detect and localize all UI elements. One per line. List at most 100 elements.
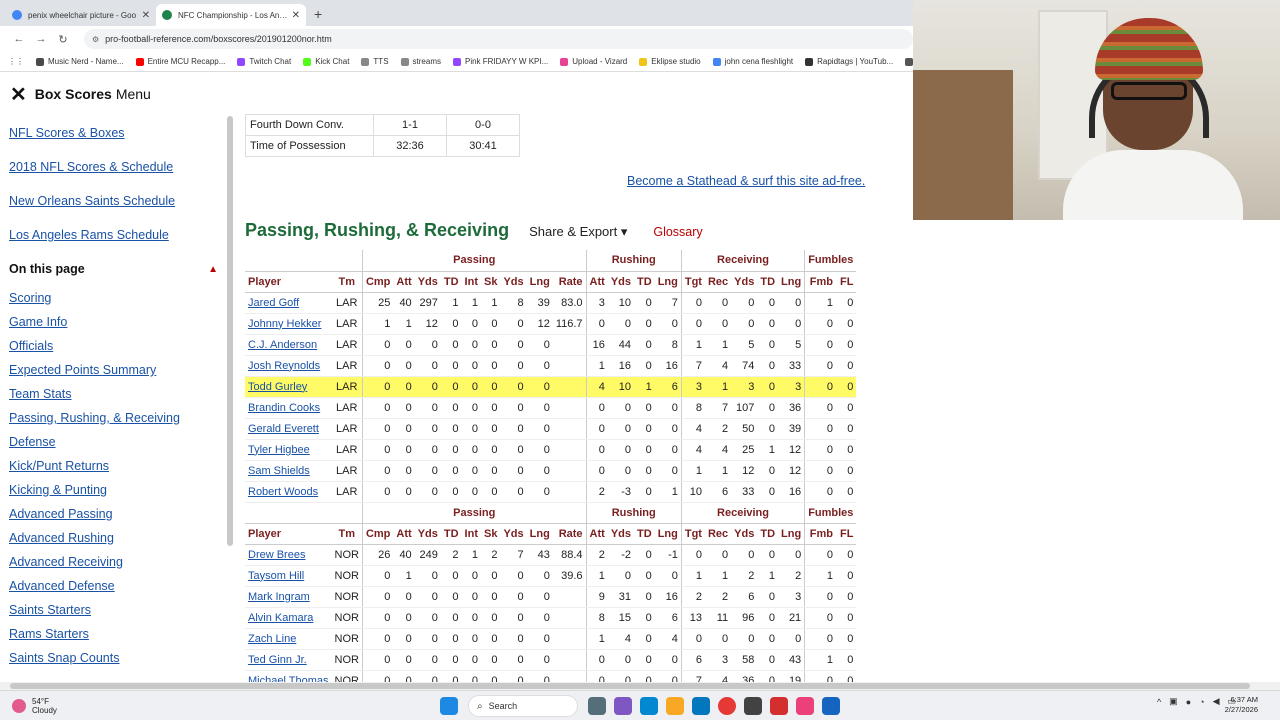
player-link[interactable]: Johnny Hekker <box>245 313 332 335</box>
player-link[interactable]: Taysom Hill <box>245 565 332 587</box>
player-link[interactable]: Zach Line <box>245 628 332 650</box>
column-header[interactable]: Lng <box>778 523 805 545</box>
reload-icon[interactable]: ↻ <box>52 33 74 46</box>
sidebar-page-link[interactable]: Expected Points Summary <box>0 358 230 382</box>
sidebar-top-link[interactable]: NFL Scores & Boxes <box>0 116 230 150</box>
column-header[interactable]: Yds <box>731 271 758 293</box>
settings-icon[interactable] <box>744 697 762 715</box>
sidebar-page-link[interactable]: Rams Starters <box>0 622 230 646</box>
column-header[interactable]: Tm <box>331 271 363 293</box>
column-header[interactable]: Rate <box>552 523 587 545</box>
sidebar-page-link[interactable]: Game Info <box>0 310 230 334</box>
player-link[interactable]: Todd Gurley <box>245 376 332 398</box>
column-header[interactable]: Fmb <box>804 523 836 545</box>
clock[interactable]: 6:37 AM 2/27/2026 <box>1225 695 1258 715</box>
music-app-icon[interactable] <box>796 697 814 715</box>
sidebar-page-link[interactable]: Team Stats <box>0 382 230 406</box>
windows-start-icon[interactable] <box>440 697 458 715</box>
bookmark-item[interactable]: TTS <box>361 57 389 66</box>
new-tab-icon[interactable]: + <box>314 6 322 22</box>
on-this-page-header[interactable]: On this page ▲ <box>0 252 230 286</box>
notepad-icon[interactable] <box>822 697 840 715</box>
column-header[interactable]: Sk <box>481 271 501 293</box>
column-header[interactable]: Lng <box>526 271 553 293</box>
column-header[interactable]: Yds <box>607 523 635 545</box>
sidebar-page-link[interactable]: Kicking & Punting <box>0 478 230 502</box>
chevron-up-icon[interactable]: ▲ <box>208 264 218 275</box>
column-header[interactable]: Fmb <box>804 271 836 293</box>
sidebar-page-link[interactable]: Officials <box>0 334 230 358</box>
column-header[interactable]: Lng <box>654 523 682 545</box>
stathead-ad-link[interactable]: Become a Stathead & surf this site ad-fr… <box>627 174 865 188</box>
sidebar-page-link[interactable]: Passing, Rushing, & Receiving <box>0 406 230 430</box>
sidebar-top-link[interactable]: New Orleans Saints Schedule <box>0 184 230 218</box>
browser-tab[interactable]: NFC Championship - Los Angele ✕ <box>156 4 306 26</box>
tab-close-icon[interactable]: ✕ <box>292 10 300 21</box>
bookmark-item[interactable]: Entire MCU Recapp... <box>135 57 225 66</box>
bookmark-item[interactable]: Kick Chat <box>303 57 349 66</box>
column-header[interactable]: Yds <box>414 271 441 293</box>
bookmark-item[interactable]: streams <box>400 57 441 66</box>
task-view-icon[interactable] <box>588 697 606 715</box>
sidebar-page-link[interactable]: Saints Starters <box>0 598 230 622</box>
player-link[interactable]: Gerald Everett <box>245 418 332 440</box>
back-icon[interactable]: ← <box>8 33 30 45</box>
chrome-icon[interactable] <box>718 697 736 715</box>
column-header[interactable]: Player <box>245 271 332 293</box>
bookmark-item[interactable]: Rapidtags | YouTub... <box>805 57 893 66</box>
apps-icon[interactable]: ⋮⋮ <box>8 57 24 66</box>
bookmark-item[interactable]: Pink FRIDAYY W KPI... <box>452 57 548 66</box>
column-header[interactable]: Yds <box>414 523 441 545</box>
column-header[interactable]: TD <box>757 523 779 545</box>
column-header[interactable]: Player <box>245 523 332 545</box>
tab-close-icon[interactable]: ✕ <box>142 10 150 21</box>
sidebar-page-link[interactable]: Advanced Receiving <box>0 550 230 574</box>
sidebar-page-link[interactable]: Defense <box>0 430 230 454</box>
column-header[interactable]: Int <box>461 271 481 293</box>
sidebar-page-link[interactable]: Kick/Punt Returns <box>0 454 230 478</box>
sidebar-page-link[interactable]: Saints Snap Counts <box>0 646 230 670</box>
weather-widget[interactable]: 54°F Cloudy <box>12 697 57 715</box>
taskbar-search[interactable]: ⌕ Search <box>468 695 578 717</box>
column-header[interactable]: Yds <box>500 523 527 545</box>
url-field[interactable]: ⚙ pro-football-reference.com/boxscores/2… <box>84 29 913 49</box>
sidebar-top-link[interactable]: Los Angeles Rams Schedule <box>0 218 230 252</box>
player-link[interactable]: Sam Shields <box>245 460 332 482</box>
player-link[interactable]: Robert Woods <box>245 481 332 503</box>
column-header[interactable]: Yds <box>607 271 635 293</box>
menu-link[interactable]: Menu <box>116 86 151 102</box>
player-link[interactable]: Jared Goff <box>245 292 332 314</box>
volume-icon[interactable]: ◀ <box>1213 696 1220 707</box>
player-link[interactable]: Mark Ingram <box>245 586 332 608</box>
sidebar-page-link[interactable]: Advanced Passing <box>0 502 230 526</box>
store-icon[interactable] <box>692 697 710 715</box>
column-header[interactable]: Tm <box>331 523 363 545</box>
player-link[interactable]: Josh Reynolds <box>245 355 332 377</box>
bookmark-item[interactable]: Twitch Chat <box>237 57 291 66</box>
tray-app-icon[interactable]: ▣ <box>1169 696 1178 707</box>
column-header[interactable]: TD <box>634 523 655 545</box>
column-header[interactable]: Cmp <box>361 523 394 545</box>
file-explorer-icon[interactable] <box>666 697 684 715</box>
close-icon[interactable]: ✕ <box>10 82 27 107</box>
column-header[interactable]: FL <box>835 271 857 293</box>
player-link[interactable]: Tyler Higbee <box>245 439 332 461</box>
bookmark-item[interactable]: Upload - Vizard <box>560 57 627 66</box>
column-header[interactable]: Att <box>585 523 608 545</box>
column-header[interactable]: Tgt <box>680 523 705 545</box>
scrollbar-thumb[interactable] <box>10 683 1250 689</box>
column-header[interactable]: Lng <box>778 271 805 293</box>
chevron-up-icon[interactable]: ^ <box>1157 697 1161 707</box>
browser-tab[interactable]: penix wheelchair picture - Goo ✕ <box>6 4 156 26</box>
player-link[interactable]: Brandin Cooks <box>245 397 332 419</box>
column-header[interactable]: Yds <box>731 523 758 545</box>
column-header[interactable]: Int <box>461 523 481 545</box>
edge-icon[interactable] <box>640 697 658 715</box>
player-link[interactable]: Alvin Kamara <box>245 607 332 629</box>
column-header[interactable]: TD <box>440 523 462 545</box>
bookmark-item[interactable]: Eklipse studio <box>639 57 701 66</box>
column-header[interactable]: Att <box>393 271 415 293</box>
column-header[interactable]: Rate <box>552 271 587 293</box>
player-link[interactable]: Ted Ginn Jr. <box>245 649 332 671</box>
microphone-icon[interactable]: ● <box>1186 697 1191 707</box>
